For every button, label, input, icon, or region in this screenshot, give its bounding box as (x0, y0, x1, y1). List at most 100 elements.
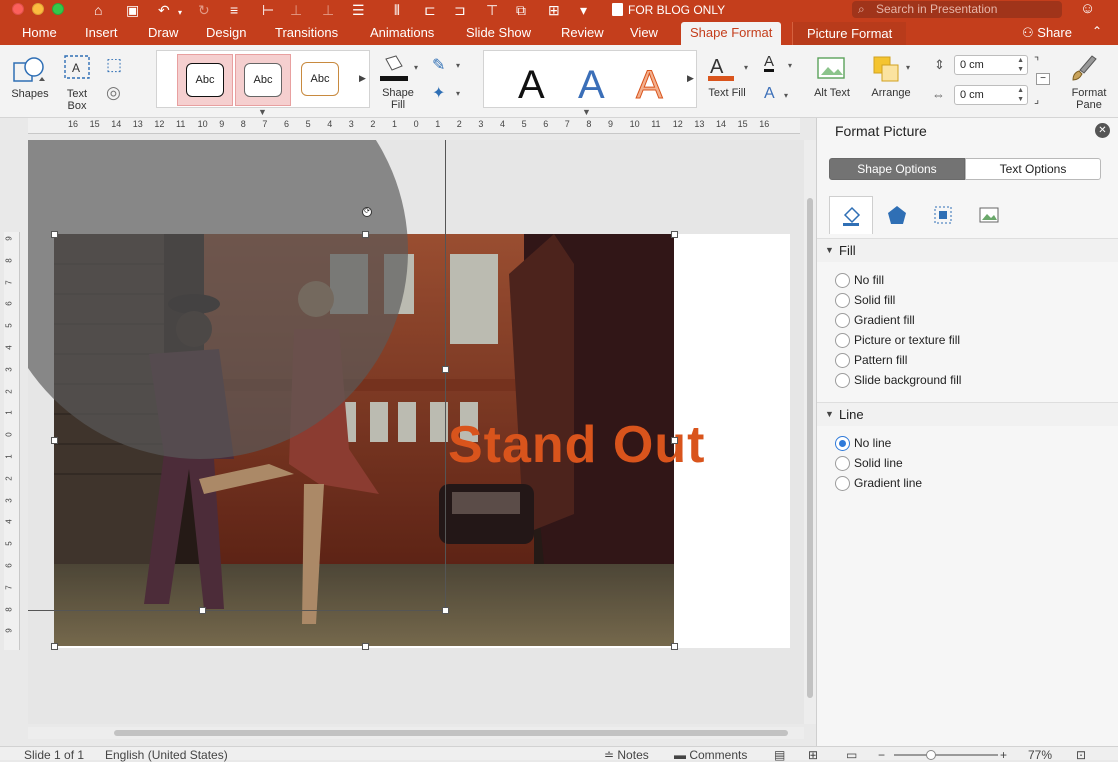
tab-picture-format[interactable]: Picture Format (792, 22, 907, 45)
text-effects-icon[interactable]: A (764, 85, 775, 103)
shape-effects-dropdown-icon[interactable]: ▾ (456, 89, 460, 98)
align-icon[interactable]: ☰ (352, 1, 365, 19)
lock-aspect-icon[interactable]: − (1036, 73, 1050, 85)
wordart-style-3[interactable]: A (636, 65, 664, 106)
rotate-handle-icon[interactable]: ⟳ (362, 207, 372, 217)
bring-forward-icon[interactable]: ⊞ (548, 1, 560, 19)
circle-handle-right[interactable] (442, 366, 449, 373)
shape-style-3[interactable]: Abc (293, 54, 349, 106)
selection-handle-bottom-left[interactable] (51, 643, 58, 650)
text-effects-dropdown-icon[interactable]: ▾ (784, 91, 788, 100)
selection-handle-top-right[interactable] (671, 231, 678, 238)
selection-handle-top[interactable] (362, 231, 369, 238)
vertical-ruler[interactable]: 9 8 7 6 5 4 3 2 1 0 1 2 3 4 5 6 7 8 9 (4, 232, 20, 650)
text-outline-dropdown-icon[interactable]: ▾ (788, 61, 792, 70)
selection-handle-top-left[interactable] (51, 231, 58, 238)
effects-icon[interactable] (875, 196, 919, 234)
format-pane-button[interactable]: Format Pane (1066, 53, 1112, 115)
tab-draw[interactable]: Draw (148, 26, 178, 40)
more-icon[interactable]: ▾ (580, 1, 587, 19)
shape-fill-dropdown-icon[interactable]: ▾ (414, 63, 418, 72)
text-options-tab[interactable]: Text Options (965, 158, 1101, 180)
selection-handle-left[interactable] (51, 437, 58, 444)
align-bottom-icon[interactable]: ⊤ (486, 1, 498, 19)
wordart-style-2[interactable]: A (578, 65, 605, 105)
shape-effects-icon[interactable]: ✦ (432, 83, 445, 103)
radio-button[interactable] (835, 456, 850, 471)
wordart-next-icon[interactable]: ▶ (687, 73, 694, 84)
horizontal-ruler[interactable]: 16 15 14 13 12 11 10 9 8 7 6 5 4 3 2 1 0 1 2 3 4 5 6 7 8 9 10 11 12 1… (28, 118, 800, 134)
shape-style-1[interactable]: Abc (177, 54, 233, 106)
tab-design[interactable]: Design (206, 26, 246, 40)
share-button[interactable]: ⚇ Share (1022, 25, 1072, 41)
search-input[interactable]: ⌕ Search in Presentation (852, 1, 1062, 18)
shape-outline-icon[interactable]: ✎ (432, 55, 445, 75)
radio-button[interactable] (835, 293, 850, 308)
vertical-scrollbar[interactable] (804, 140, 816, 724)
window-close-button[interactable] (12, 3, 24, 15)
width-input[interactable]: 0 cm ▲ ▼ (954, 85, 1028, 105)
height-input[interactable]: 0 cm ▲ ▼ (954, 55, 1028, 75)
radio-button[interactable] (835, 353, 850, 368)
window-maximize-button[interactable] (52, 3, 64, 15)
redo-icon[interactable]: ↻ (198, 1, 210, 19)
tab-view[interactable]: View (630, 26, 658, 40)
radio-button[interactable] (835, 373, 850, 388)
undo-icon[interactable]: ↶ (158, 1, 170, 19)
selection-handle-bottom-right[interactable] (671, 643, 678, 650)
collapse-ribbon-icon[interactable]: ⌃ (1092, 24, 1102, 38)
wordart-more-icon[interactable]: ▼ (582, 107, 591, 117)
radio-button-selected[interactable] (835, 436, 850, 451)
align-center-icon[interactable]: ⊥ (290, 1, 302, 19)
group-icon[interactable]: ⧉ (516, 1, 526, 19)
shapes-button[interactable]: Shapes (10, 53, 52, 115)
pane-close-icon[interactable]: ✕ (1095, 123, 1110, 138)
shape-style-2[interactable]: Abc (235, 54, 291, 106)
horizontal-scrollbar[interactable] (28, 727, 804, 739)
text-box-button[interactable]: A Text Box (62, 53, 94, 115)
shape-options-tab[interactable]: Shape Options (829, 158, 965, 180)
fill-section-header[interactable]: ▼ Fill (817, 238, 1118, 262)
align-top-icon[interactable]: ≡ (230, 1, 238, 19)
save-icon[interactable]: ▣ (126, 1, 139, 19)
tab-animations[interactable]: Animations (370, 26, 434, 40)
fill-line-icon[interactable] (829, 196, 873, 234)
gallery-next-icon[interactable]: ▶ (359, 73, 366, 84)
line-section-header[interactable]: ▼ Line (817, 402, 1118, 426)
wordart-style-1[interactable]: A (518, 65, 545, 105)
arrange-dropdown-icon[interactable]: ▾ (906, 63, 910, 72)
height-stepper-icon[interactable]: ▲ ▼ (1017, 56, 1024, 74)
radio-button[interactable] (835, 313, 850, 328)
home-icon[interactable]: ⌂ (94, 1, 102, 19)
picture-icon[interactable] (967, 196, 1011, 234)
circle-handle-bottom-right[interactable] (442, 607, 449, 614)
tab-slide-show[interactable]: Slide Show (466, 26, 531, 40)
edit-shape-icon[interactable]: ⬚ (106, 55, 122, 75)
tab-shape-format[interactable]: Shape Format (681, 22, 782, 45)
alt-text-button[interactable]: Alt Text (814, 53, 852, 115)
merge-shapes-icon[interactable]: ◎ (106, 83, 121, 103)
radio-button[interactable] (835, 273, 850, 288)
shape-outline-dropdown-icon[interactable]: ▾ (456, 61, 460, 70)
slide-canvas[interactable]: Stand Out ⟳ (28, 140, 804, 724)
slide-headline[interactable]: Stand Out (448, 415, 705, 475)
tab-transitions[interactable]: Transitions (275, 26, 338, 40)
gallery-more-icon[interactable]: ▼ (258, 107, 267, 117)
text-outline-icon[interactable]: A (764, 54, 775, 72)
feedback-smiley-icon[interactable]: ☺ (1080, 0, 1095, 18)
radio-button[interactable] (835, 476, 850, 491)
circle-handle-bottom[interactable] (199, 607, 206, 614)
tab-review[interactable]: Review (561, 26, 604, 40)
window-minimize-button[interactable] (32, 3, 44, 15)
zoom-slider[interactable] (894, 754, 998, 756)
align-middle-icon[interactable]: ⊥ (322, 1, 334, 19)
vertical-scroll-thumb[interactable] (807, 198, 813, 698)
text-fill-dropdown-icon[interactable]: ▾ (744, 63, 748, 72)
selection-handle-bottom[interactable] (362, 643, 369, 650)
tab-home[interactable]: Home (22, 26, 57, 40)
width-stepper-icon[interactable]: ▲ ▼ (1017, 86, 1024, 104)
tab-insert[interactable]: Insert (85, 26, 118, 40)
align-left-icon[interactable]: ⊢ (262, 1, 274, 19)
distribute-icon[interactable]: ⫴ (394, 1, 400, 19)
align-right-icon[interactable]: ⊐ (454, 1, 466, 19)
